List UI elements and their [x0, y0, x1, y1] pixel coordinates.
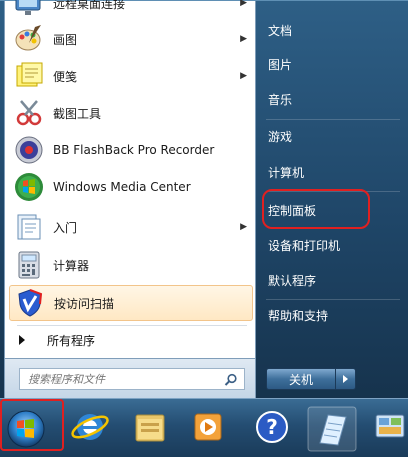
link-label: 帮助和支持	[268, 308, 329, 323]
link-games[interactable]: 游戏	[268, 124, 398, 148]
start-menu: 远程桌面连接 ▶ 画图 ▶ 便笺 ▶ 截图工具 BB FlashBack Pro…	[0, 0, 408, 399]
program-label: 计算器	[53, 258, 90, 273]
shutdown-label: 关机	[288, 372, 313, 387]
file-explorer-icon	[135, 414, 165, 442]
program-label: 便笺	[53, 69, 78, 84]
internet-explorer-icon	[71, 414, 109, 440]
link-label: 游戏	[268, 129, 293, 144]
taskbar-control-panel[interactable]	[368, 405, 408, 453]
program-label: 远程桌面连接	[53, 0, 126, 11]
program-label: 画图	[53, 32, 78, 47]
chevron-right-icon	[342, 375, 348, 383]
all-programs-button[interactable]: 所有程序	[17, 329, 247, 351]
program-label: 截图工具	[53, 106, 102, 121]
program-sticky-notes[interactable]: 便笺 ▶	[9, 58, 253, 94]
link-documents[interactable]: 文档	[268, 18, 398, 42]
program-windows-media-center[interactable]: Windows Media Center	[9, 169, 253, 205]
taskbar: ?	[0, 398, 408, 457]
submenu-arrow-icon[interactable]: ▶	[240, 0, 247, 8]
shutdown-control: 关机	[266, 368, 356, 390]
snipping-tool-icon	[13, 97, 45, 129]
link-computer[interactable]: 计算机	[268, 160, 398, 184]
link-default-programs[interactable]: 默认程序	[268, 268, 398, 292]
link-music[interactable]: 音乐	[268, 87, 398, 111]
all-programs-label: 所有程序	[47, 333, 96, 348]
start-button-highlight	[0, 399, 64, 451]
search-icon[interactable]	[224, 373, 238, 387]
program-label: 入门	[53, 220, 78, 235]
link-devices-printers[interactable]: 设备和打印机	[268, 233, 398, 257]
expand-arrow-icon	[19, 335, 25, 345]
taskbar-notepad[interactable]	[306, 405, 358, 453]
program-calculator[interactable]: 计算器	[9, 247, 253, 283]
program-label: Windows Media Center	[53, 180, 191, 194]
paint-icon	[13, 23, 45, 55]
taskbar-internet-explorer[interactable]	[68, 405, 116, 453]
program-on-access-scan[interactable]: 按访问扫描	[9, 285, 253, 321]
link-label: 图片	[268, 57, 293, 72]
submenu-arrow-icon[interactable]: ▶	[240, 71, 247, 81]
shutdown-button[interactable]: 关机	[266, 368, 336, 390]
flashback-recorder-icon	[13, 134, 45, 166]
program-label: BB FlashBack Pro Recorder	[53, 143, 215, 157]
help-icon: ?	[256, 411, 288, 443]
remote-desktop-icon	[13, 0, 45, 19]
submenu-arrow-icon[interactable]: ▶	[240, 34, 247, 44]
program-bb-flashback[interactable]: BB FlashBack Pro Recorder	[9, 132, 253, 168]
link-label: 默认程序	[268, 273, 317, 288]
search-box[interactable]	[19, 368, 245, 390]
svg-text:?: ?	[266, 415, 278, 439]
link-label: 音乐	[268, 92, 293, 107]
program-list-pane: 远程桌面连接 ▶ 画图 ▶ 便笺 ▶ 截图工具 BB FlashBack Pro…	[4, 0, 256, 359]
taskbar-media-player[interactable]	[186, 405, 234, 453]
taskbar-file-explorer[interactable]	[128, 405, 176, 453]
link-label: 计算机	[268, 165, 305, 180]
shutdown-options-button[interactable]	[336, 368, 356, 390]
program-paint[interactable]: 画图 ▶	[9, 21, 253, 57]
link-label: 文档	[268, 23, 293, 38]
link-help-support[interactable]: 帮助和支持	[268, 303, 398, 327]
search-input[interactable]	[26, 371, 222, 387]
media-center-icon	[13, 171, 45, 203]
program-remote-desktop[interactable]: 远程桌面连接 ▶	[9, 0, 253, 21]
link-label: 设备和打印机	[268, 238, 341, 253]
program-getting-started[interactable]: 入门 ▶	[9, 209, 253, 245]
control-panel-highlight	[262, 189, 370, 229]
notepad-icon	[307, 406, 357, 452]
separator	[266, 119, 400, 120]
calculator-icon	[13, 249, 45, 281]
mcafee-shield-icon	[14, 287, 46, 319]
getting-started-icon	[13, 211, 45, 243]
submenu-arrow-icon[interactable]: ▶	[240, 222, 247, 232]
control-panel-icon	[375, 414, 405, 438]
taskbar-help[interactable]: ?	[250, 405, 298, 453]
link-pictures[interactable]: 图片	[268, 52, 398, 76]
media-player-icon	[194, 413, 222, 441]
separator	[17, 325, 247, 326]
sticky-notes-icon	[13, 60, 45, 92]
program-snipping-tool[interactable]: 截图工具	[9, 95, 253, 131]
program-label: 按访问扫描	[54, 296, 115, 311]
separator	[266, 299, 400, 300]
search-area	[4, 359, 256, 399]
